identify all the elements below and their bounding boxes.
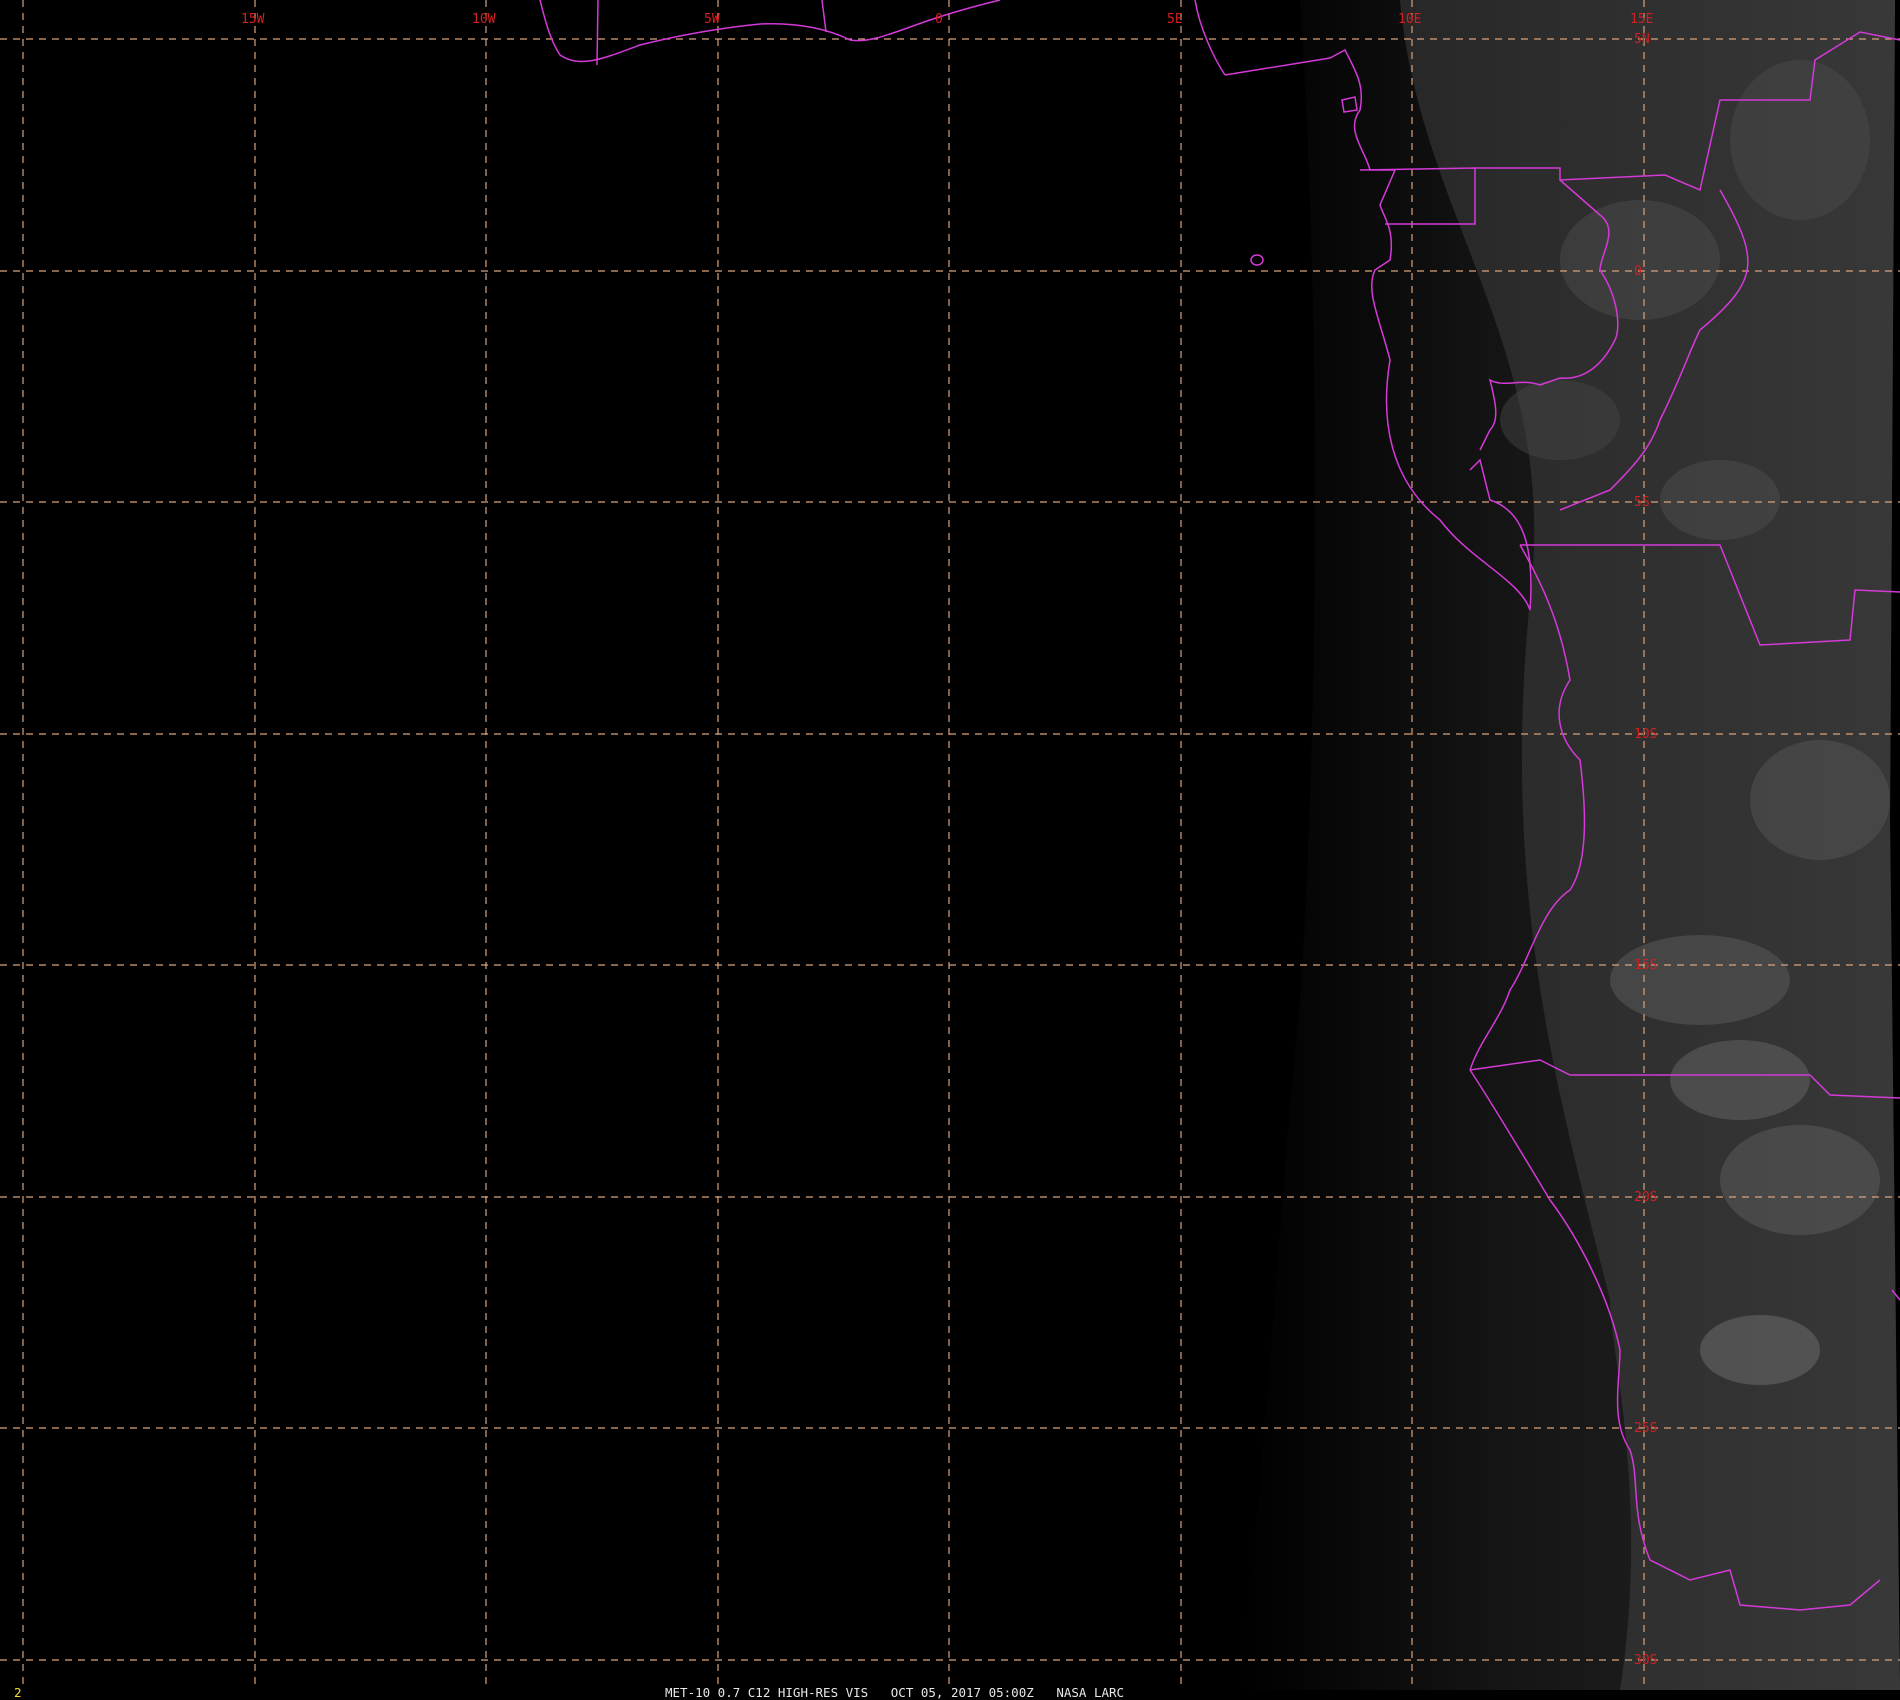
latitude-label: 15S bbox=[1634, 958, 1657, 973]
longitude-label: 15E bbox=[1630, 12, 1653, 27]
satellite-map: 15W 10W 5W 0 5E 10E 15E 5N 0 5S 10S 15S 20S 25S 30S 2… bbox=[0, 0, 1900, 1700]
longitude-label: 10W bbox=[472, 12, 496, 27]
latitude-label: 25S bbox=[1634, 1421, 1657, 1436]
longitude-label: 5W bbox=[704, 12, 720, 27]
longitude-label: 15W bbox=[241, 12, 265, 27]
frame-number: 2 bbox=[14, 1685, 22, 1700]
longitude-label: 5E bbox=[1167, 12, 1183, 27]
latitude-label: 20S bbox=[1634, 1190, 1657, 1205]
longitude-label: 0 bbox=[935, 12, 943, 27]
satellite-imagery bbox=[1240, 0, 1900, 1690]
latitude-label: 5S bbox=[1634, 495, 1650, 510]
latitude-label: 10S bbox=[1634, 727, 1657, 742]
latitude-label: 5N bbox=[1634, 32, 1650, 47]
image-caption: MET-10 0.7 C12 HIGH-RES VIS OCT 05, 2017… bbox=[665, 1685, 1124, 1700]
latitude-label: 30S bbox=[1634, 1653, 1657, 1668]
latitude-label: 0 bbox=[1634, 264, 1642, 279]
longitude-label: 10E bbox=[1398, 12, 1421, 27]
